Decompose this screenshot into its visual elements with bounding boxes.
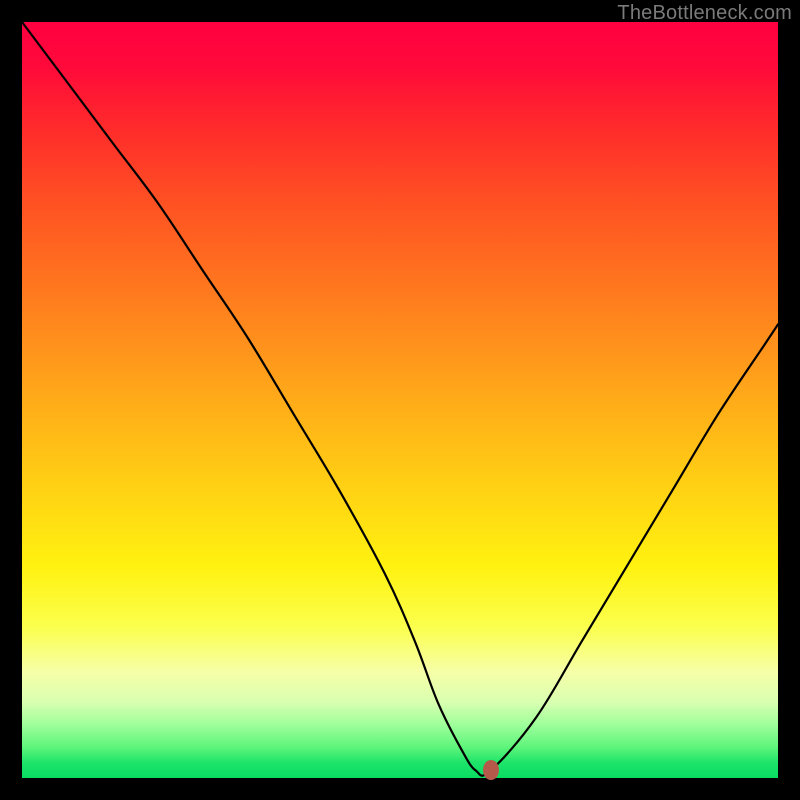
- chart-frame: TheBottleneck.com: [0, 0, 800, 800]
- bottleneck-curve: [22, 22, 778, 778]
- optimal-point-marker: [483, 760, 499, 780]
- plot-area: [22, 22, 778, 778]
